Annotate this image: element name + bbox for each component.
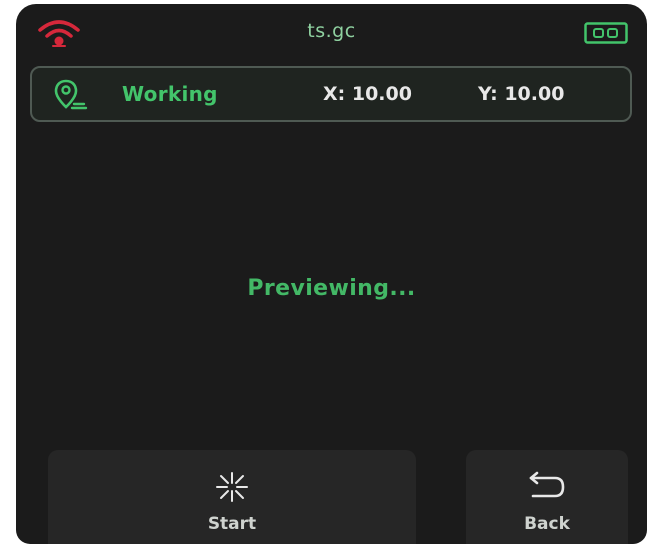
title-bar: ts.gc xyxy=(16,4,647,62)
file-title: ts.gc xyxy=(307,20,356,42)
previewing-message: Previewing... xyxy=(247,276,416,301)
x-coordinate: X: 10.00 xyxy=(323,83,412,105)
start-button-label: Start xyxy=(207,514,257,534)
location-pin-icon xyxy=(54,79,88,110)
device-screen: ts.gc Working X: 10.00 Y: 10.00 Previewi… xyxy=(16,4,647,544)
battery-icon xyxy=(584,22,628,44)
start-burst-icon xyxy=(216,472,248,502)
start-button[interactable]: Start xyxy=(48,450,416,544)
back-button-label: Back xyxy=(524,514,570,534)
back-arrow-icon xyxy=(529,471,565,498)
machine-status-bar: Working X: 10.00 Y: 10.00 xyxy=(30,66,632,122)
status-state: Working xyxy=(122,82,218,106)
back-button[interactable]: Back xyxy=(466,450,628,544)
y-coordinate: Y: 10.00 xyxy=(478,83,565,105)
